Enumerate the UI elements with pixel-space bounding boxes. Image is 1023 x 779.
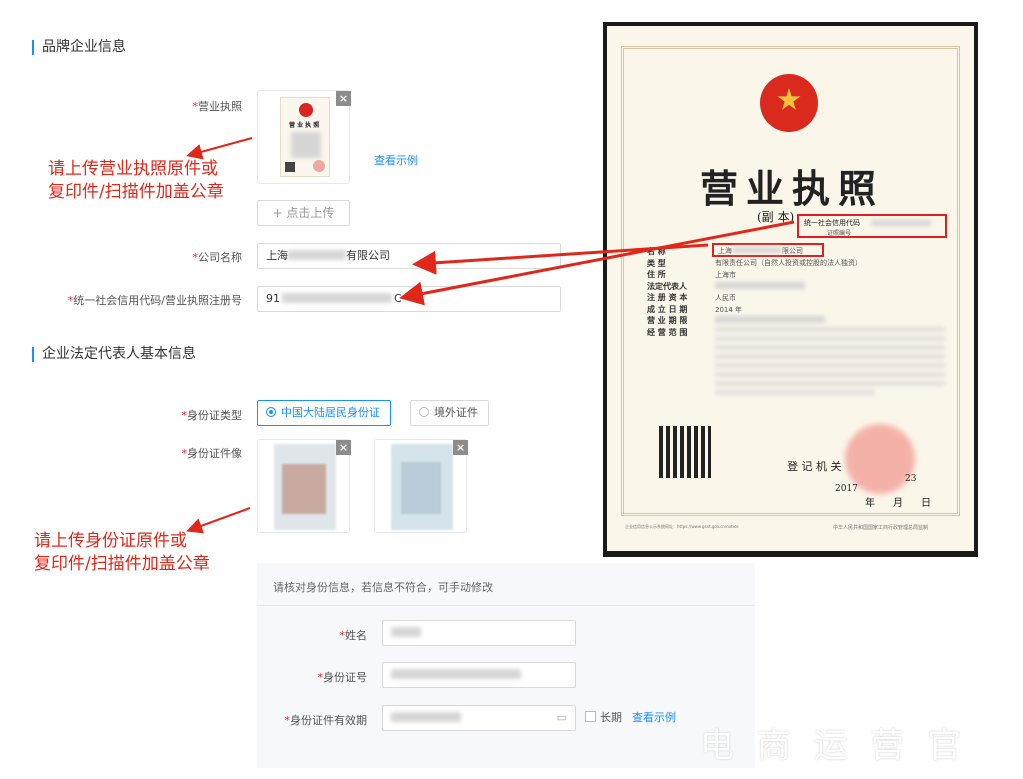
watermark: 电 商 运 营 官 xyxy=(700,726,968,766)
annotation-arrows xyxy=(186,137,795,534)
credit-code-arrow xyxy=(399,220,795,306)
license-arrow xyxy=(186,137,253,160)
id-arrow xyxy=(186,507,251,534)
